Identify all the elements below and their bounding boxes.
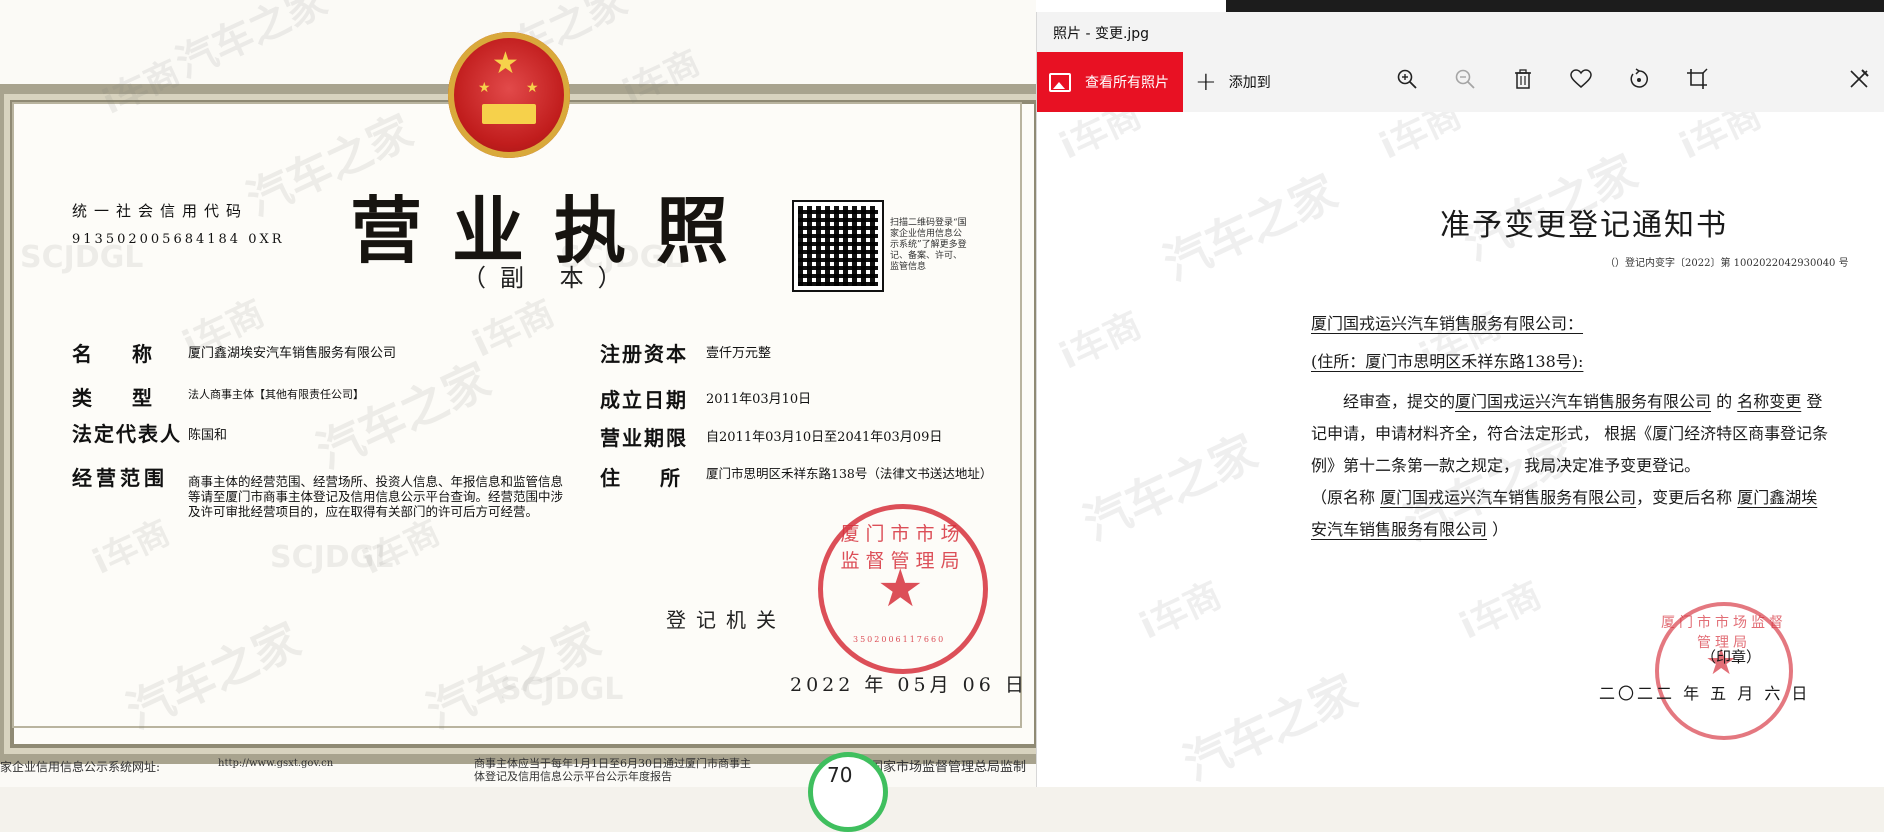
plus-icon: + <box>1195 67 1217 97</box>
notice-body: 经审查，提交的厦门国戎运兴汽车销售服务有限公司 的 名称变更 登记申请，申请材料… <box>1311 386 1831 546</box>
business-license-image: 汽车之家 汽车之家 i车商 i车商 汽车之家 i车商 i车商 汽车之家 i车商 … <box>0 0 1036 787</box>
body-intro: 经审查，提交的 <box>1343 392 1456 411</box>
body-de: 的 <box>1716 392 1733 411</box>
watermark-brand: 汽车之家 <box>1155 164 1346 292</box>
license-subtitle: （副 本） <box>462 264 636 292</box>
zoom-out-button[interactable] <box>1451 68 1479 96</box>
capital-value: 壹仟万元整 <box>706 346 772 361</box>
notice-reference: （）登记内变字〔2022〕第 1002022042930040 号 <box>1605 258 1849 269</box>
founding-date-value: 2011年03月10日 <box>706 392 812 407</box>
authority-label: 登记机关 <box>666 608 786 632</box>
term-value: 自2011年03月10日至2041年03月09日 <box>706 430 943 445</box>
qr-note: 扫描二维码登录“国家企业信用信息公示系统”了解更多登记、备案、许可、监管信息 <box>890 218 967 272</box>
zoom-level-badge: 70 <box>808 752 888 832</box>
crop-icon <box>1687 68 1708 89</box>
seal-number: 3502006117660 <box>853 635 946 644</box>
issuer-note: 国家市场监督管理总局监制 <box>870 760 1027 775</box>
body-company: 厦门国戎运兴汽车销售服务有限公司 <box>1455 392 1712 411</box>
gsxt-label: 家企业信用信息公示系统网址: <box>0 760 161 774</box>
new-name-label: ，变更后名称 <box>1636 488 1733 507</box>
photo-gallery-icon <box>1049 72 1071 92</box>
change-notice-image: i车商 i车商 i车商 汽车之家 汽车之家 i车商 i车商 汽车之家 汽车之家 … <box>1037 112 1884 787</box>
scope-value: 商事主体的经营范围、经营场所、投资人信息、年报信息和监管信息等请至厦门市商事主体… <box>188 474 564 519</box>
type-value: 法人商事主体【其他有限责任公司】 <box>188 388 364 401</box>
old-name: 厦门国戎运兴汽车销售服务有限公司 <box>1380 488 1637 507</box>
capital-label: 注册资本 <box>600 342 688 366</box>
issue-date: 2022 年 05月 06 日 <box>790 674 1028 696</box>
term-label: 营业期限 <box>600 426 688 450</box>
name-value: 厦门鑫湖埃安汽车销售服务有限公司 <box>188 346 397 361</box>
window-title: 照片 - 变更.jpg <box>1053 26 1150 42</box>
usc-label: 统一社会信用代码 <box>72 202 249 220</box>
address-value: 厦门市思明区禾祥东路138号（法律文书送达地址） <box>706 466 993 481</box>
delete-button[interactable] <box>1509 68 1537 96</box>
notice-addressee: 厦门国戎运兴汽车销售服务有限公司： <box>1311 314 1584 333</box>
scope-label: 经营范围 <box>72 466 168 490</box>
photos-toolbar: 查看所有照片 + 添加到 <box>1037 52 1884 112</box>
founding-date-label: 成立日期 <box>600 388 688 412</box>
favorite-button[interactable] <box>1567 68 1595 96</box>
watermark-brand: i车商 <box>1673 112 1768 168</box>
zoom-out-icon <box>1455 69 1475 89</box>
old-name-label: （原名称 <box>1311 488 1376 507</box>
zoom-in-button[interactable] <box>1393 68 1421 96</box>
watermark-brand: i车商 <box>1053 304 1148 378</box>
watermark-brand: 汽车之家 <box>1175 664 1366 787</box>
close-paren: ） <box>1492 520 1509 539</box>
watermark-brand: 汽车之家 <box>169 0 334 88</box>
rep-value: 陈国和 <box>188 428 228 443</box>
body-item: 名称变更 <box>1737 392 1802 411</box>
watermark-brand: i车商 <box>1053 112 1148 168</box>
rotate-button[interactable] <box>1625 68 1653 96</box>
add-to-button[interactable]: + 添加到 <box>1195 52 1271 112</box>
crop-button[interactable] <box>1683 68 1711 96</box>
notice-seal-icon: 厦门市市场监督管理局 ★ <box>1655 602 1793 740</box>
address-label: 住所 <box>600 466 720 490</box>
watermark-brand: 汽车之家 <box>1075 424 1266 552</box>
trash-icon <box>1515 69 1531 89</box>
heart-icon <box>1570 69 1592 88</box>
watermark-brand: i车商 <box>1133 574 1228 648</box>
zoom-in-icon <box>1397 69 1417 89</box>
edit-draw-button[interactable] <box>1845 68 1873 96</box>
window-titlebar[interactable]: 照片 - 变更.jpg <box>1037 12 1884 52</box>
rotate-icon <box>1630 68 1648 88</box>
notice-date: 二〇二二 年 五 月 六 日 <box>1599 684 1811 703</box>
type-label: 类型 <box>72 386 192 410</box>
national-emblem-icon: ★ ★ ★ <box>448 32 570 158</box>
watermark-brand: i车商 <box>1373 112 1468 168</box>
photos-app-window[interactable]: 照片 - 变更.jpg 查看所有照片 + 添加到 i车商 i车商 i车商 汽车之… <box>1036 12 1884 787</box>
watermark-brand: i车商 <box>1453 574 1548 648</box>
gsxt-url: http://www.gsxt.gov.cn <box>218 758 334 769</box>
add-to-label: 添加到 <box>1228 75 1271 91</box>
zoom-level-value: 70 <box>827 763 853 787</box>
rep-label: 法定代表人 <box>72 422 182 446</box>
name-label: 名称 <box>72 342 192 366</box>
notice-title: 准予变更登记通知书 <box>1440 208 1728 243</box>
stamp-label: （印章） <box>1701 648 1762 666</box>
official-seal-icon: 厦门市市场监督管理局 ★ 3502006117660 <box>818 504 988 674</box>
view-all-photos-button[interactable]: 查看所有照片 <box>1037 52 1183 112</box>
qr-code-icon <box>792 200 884 292</box>
view-all-photos-label: 查看所有照片 <box>1085 75 1169 91</box>
annual-report-note: 商事主体应当于每年1月1日至6月30日通过厦门市商事主体登记及信用信息公示平台公… <box>474 757 751 783</box>
usc-code: 913502005684184 0XR <box>72 232 285 247</box>
draw-icon <box>1850 69 1869 88</box>
notice-address: (住所：厦门市思明区禾祥东路138号): <box>1311 352 1584 371</box>
